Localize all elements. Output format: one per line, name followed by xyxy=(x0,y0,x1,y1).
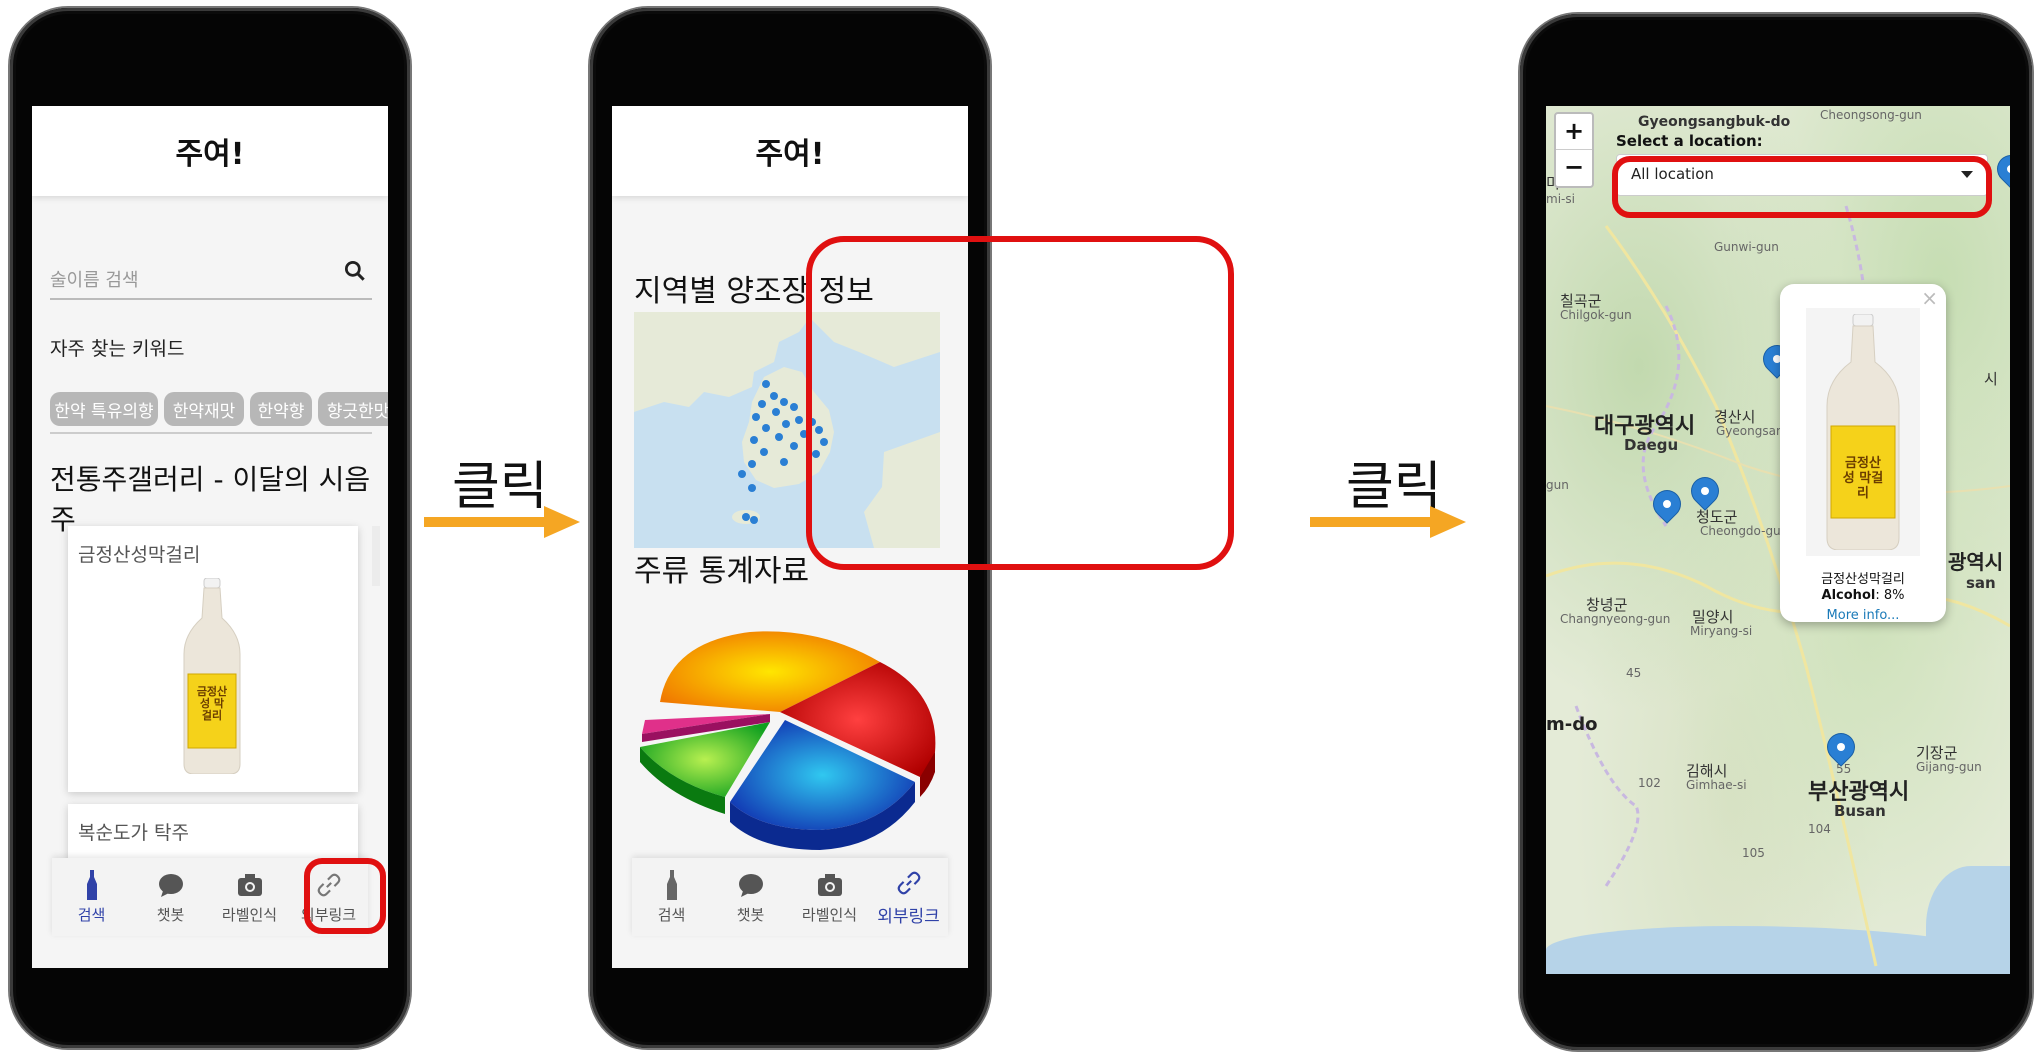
highlight-external-link xyxy=(304,858,386,934)
map-label: Chilgok-gun xyxy=(1560,308,1632,322)
popup-title: 금정산성막걸리 xyxy=(1821,572,1905,587)
bottom-navigation: 검색 챗봇 라벨인식 외부링크 xyxy=(632,858,948,936)
nav-label: 라벨인식 xyxy=(801,905,858,924)
map-label: san xyxy=(1966,574,1996,592)
search-input[interactable]: 술이름 검색 xyxy=(50,266,139,292)
makgeolli-bottle-image xyxy=(183,578,241,774)
pie-chart-image[interactable] xyxy=(630,602,950,862)
location-select-label: Select a location: xyxy=(1616,132,1763,150)
map-label: Cheongdo-gun xyxy=(1700,524,1789,538)
chat-bubble-icon xyxy=(738,870,764,900)
map-label: Gyeongsangbuk-do xyxy=(1638,114,1791,130)
card-scroll-edge xyxy=(372,526,380,586)
nav-label-recognition[interactable]: 라벨인식 xyxy=(210,858,289,936)
nav-search[interactable]: 검색 xyxy=(632,858,711,936)
app-title: 주여! xyxy=(755,137,825,172)
link-icon xyxy=(896,868,922,898)
map-label: Miryang-si xyxy=(1690,624,1753,638)
zoom-out-button[interactable]: − xyxy=(1556,150,1592,185)
card-title: 복순도가 탁주 xyxy=(78,822,189,844)
bottle-label-text: 금정산성 막걸리 xyxy=(196,685,228,722)
alcohol-label: Alcohol xyxy=(1821,588,1876,603)
map-label: Gyeongsan xyxy=(1716,424,1784,438)
search-icon[interactable] xyxy=(342,258,368,288)
marker-popup: × 금정산성 막걸리 금정산성막걸리 Alcohol: 8% More info… xyxy=(1780,284,1946,623)
map-label: Cheongsong-gun xyxy=(1820,108,1922,122)
keywords-title: 자주 찾는 키워드 xyxy=(50,338,185,360)
keyword-chip[interactable]: 향긋한맛 xyxy=(318,392,388,426)
close-icon[interactable]: × xyxy=(1921,286,1938,310)
nav-label-recognition[interactable]: 라벨인식 xyxy=(790,858,869,936)
map-label: Gijang-gun xyxy=(1916,760,1982,774)
map-label: Busan xyxy=(1834,802,1886,820)
map-label: Changnyeong-gun xyxy=(1560,612,1671,626)
map-label: 104 xyxy=(1808,822,1831,836)
stats-title: 주류 통계자료 xyxy=(634,554,810,589)
keyword-chip[interactable]: 한약재맛 xyxy=(164,392,244,426)
nav-label: 챗봇 xyxy=(736,905,765,924)
bottle-label-text: 금정산성 막걸리 xyxy=(1842,456,1884,501)
map-label: Daegu xyxy=(1624,436,1679,454)
map-label: 광역시 xyxy=(1948,550,2004,574)
nav-label: 검색 xyxy=(657,905,686,924)
nav-search[interactable]: 검색 xyxy=(52,858,131,936)
more-info-link[interactable]: More info... xyxy=(1780,608,1946,623)
map-label: Gunwi-gun xyxy=(1714,240,1779,254)
alcohol-value: : 8% xyxy=(1875,588,1905,603)
map-label: Gimhae-si xyxy=(1686,778,1747,792)
divider xyxy=(50,432,372,434)
arrow-right-icon xyxy=(424,506,580,538)
screen-brewery-map: Gyeongsangbuk-do Cheongsong-gun 미 mi-si … xyxy=(1546,106,2010,974)
zoom-in-button[interactable]: + xyxy=(1556,114,1592,150)
gallery-card[interactable]: 금정산성막걸리 금정산성 막걸리 xyxy=(68,526,358,792)
nav-label: 챗봇 xyxy=(156,905,185,924)
map-label: gun xyxy=(1546,478,1569,492)
makgeolli-bottle-image xyxy=(1826,314,1900,550)
keyword-chip[interactable]: 한약향 xyxy=(250,392,312,426)
nav-chatbot[interactable]: 챗봇 xyxy=(131,858,210,936)
app-title: 주여! xyxy=(175,137,245,172)
camera-icon xyxy=(817,870,843,900)
map-label: 45 xyxy=(1626,666,1642,680)
card-title: 금정산성막걸리 xyxy=(78,544,201,566)
zoom-control: + − xyxy=(1554,112,1594,188)
camera-icon xyxy=(237,870,263,900)
bottle-icon xyxy=(665,869,679,900)
popup-alcohol: Alcohol: 8% xyxy=(1780,588,1946,603)
map-label: m-do xyxy=(1546,714,1598,735)
nav-label: 검색 xyxy=(77,905,106,924)
app-header: 주여! xyxy=(612,106,968,196)
search-bar[interactable]: 술이름 검색 xyxy=(50,256,372,300)
keyword-chips: 한약 특유의향 한약재맛 한약향 향긋한맛 xyxy=(50,392,388,432)
nav-label: 외부링크 xyxy=(877,906,940,927)
highlight-location-select xyxy=(1612,156,1992,218)
map-label: 시 xyxy=(1984,370,1998,388)
map-label: 105 xyxy=(1742,846,1765,860)
keyword-chip[interactable]: 한약 특유의향 xyxy=(50,392,158,426)
screen-search: 주여! 술이름 검색 자주 찾는 키워드 한약 특유의향 한약재맛 한약향 향긋… xyxy=(32,106,388,968)
app-header: 주여! xyxy=(32,106,388,196)
nav-chatbot[interactable]: 챗봇 xyxy=(711,858,790,936)
chat-bubble-icon xyxy=(158,870,184,900)
product-photo: 금정산성 막걸리 xyxy=(1806,308,1920,556)
nav-label: 라벨인식 xyxy=(221,905,278,924)
map-label: 102 xyxy=(1638,776,1661,790)
bottle-icon xyxy=(85,869,99,900)
map-label: mi-si xyxy=(1546,192,1575,206)
arrow-right-icon xyxy=(1310,506,1466,538)
nav-external-link[interactable]: 외부링크 xyxy=(869,858,948,936)
highlight-region-info xyxy=(806,236,1234,570)
